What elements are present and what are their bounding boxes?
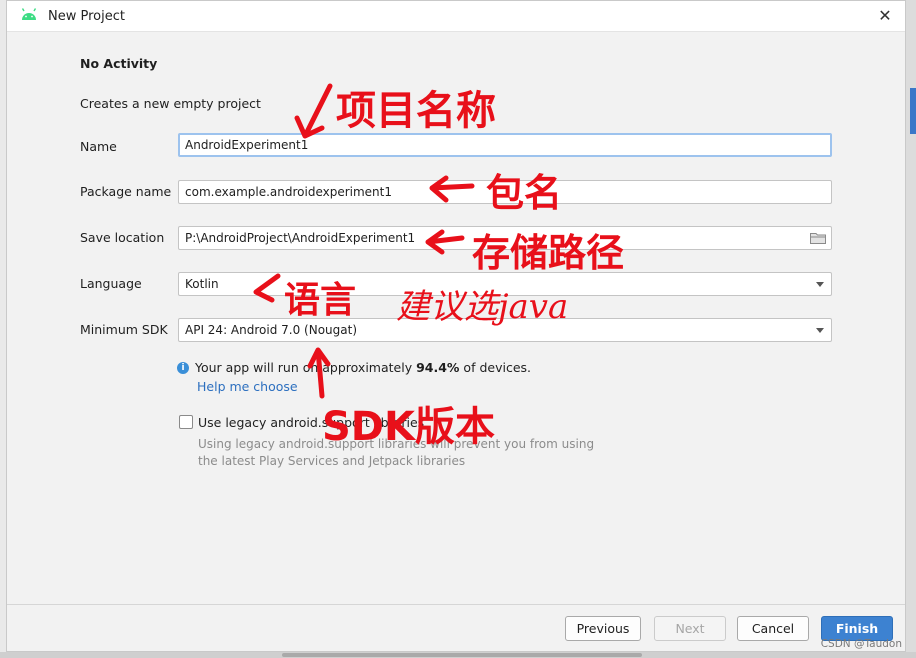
legacy-desc-line-2: the latest Play Services and Jetpack lib…: [198, 454, 466, 468]
package-name-input[interactable]: com.example.androidexperiment1: [178, 180, 832, 204]
footer-divider: [7, 604, 905, 605]
language-select[interactable]: Kotlin: [178, 272, 832, 296]
legacy-desc-line-1: Using legacy android.support libraries w…: [198, 437, 595, 451]
title-bar: New Project ✕: [7, 1, 905, 32]
legacy-support-description: Using legacy android.support libraries w…: [198, 436, 618, 470]
info-icon: i: [177, 362, 189, 374]
legacy-support-label[interactable]: Use legacy android.support libraries: [198, 415, 424, 430]
device-coverage-text: Your app will run on approximately 94.4%…: [195, 360, 531, 375]
language-label: Language: [80, 276, 142, 291]
background-scrollbar-thumb: [282, 653, 642, 657]
window-title: New Project: [48, 9, 125, 24]
folder-icon[interactable]: [810, 232, 826, 244]
minimum-sdk-label: Minimum SDK: [80, 322, 168, 337]
name-input[interactable]: AndroidExperiment1: [178, 133, 832, 157]
android-icon: [21, 8, 37, 20]
previous-button[interactable]: Previous: [565, 616, 641, 641]
cancel-button[interactable]: Cancel: [737, 616, 809, 641]
page-subtitle: Creates a new empty project: [80, 96, 261, 111]
next-button[interactable]: Next: [654, 616, 726, 641]
new-project-dialog: New Project ✕ No Activity Creates a new …: [6, 0, 906, 652]
help-me-choose-link[interactable]: Help me choose: [197, 379, 298, 394]
coverage-suffix: of devices.: [459, 360, 531, 375]
coverage-prefix: Your app will run on approximately: [195, 360, 417, 375]
watermark: CSDN @Taudon: [820, 638, 902, 650]
name-label: Name: [80, 139, 117, 154]
chevron-down-icon: [816, 328, 824, 333]
language-value: Kotlin: [185, 277, 219, 291]
background-accent: [910, 88, 916, 134]
legacy-support-checkbox[interactable]: [179, 415, 193, 429]
close-button[interactable]: ✕: [873, 5, 897, 27]
minimum-sdk-value: API 24: Android 7.0 (Nougat): [185, 323, 357, 337]
save-location-label: Save location: [80, 230, 165, 245]
chevron-down-icon: [816, 282, 824, 287]
close-icon: ✕: [878, 6, 892, 25]
coverage-percent: 94.4%: [416, 360, 460, 375]
package-name-label: Package name: [80, 184, 172, 199]
minimum-sdk-select[interactable]: API 24: Android 7.0 (Nougat): [178, 318, 832, 342]
save-location-field[interactable]: P:\AndroidProject\AndroidExperiment1: [178, 226, 832, 250]
save-location-value: P:\AndroidProject\AndroidExperiment1: [185, 231, 416, 245]
page-title: No Activity: [80, 56, 158, 71]
